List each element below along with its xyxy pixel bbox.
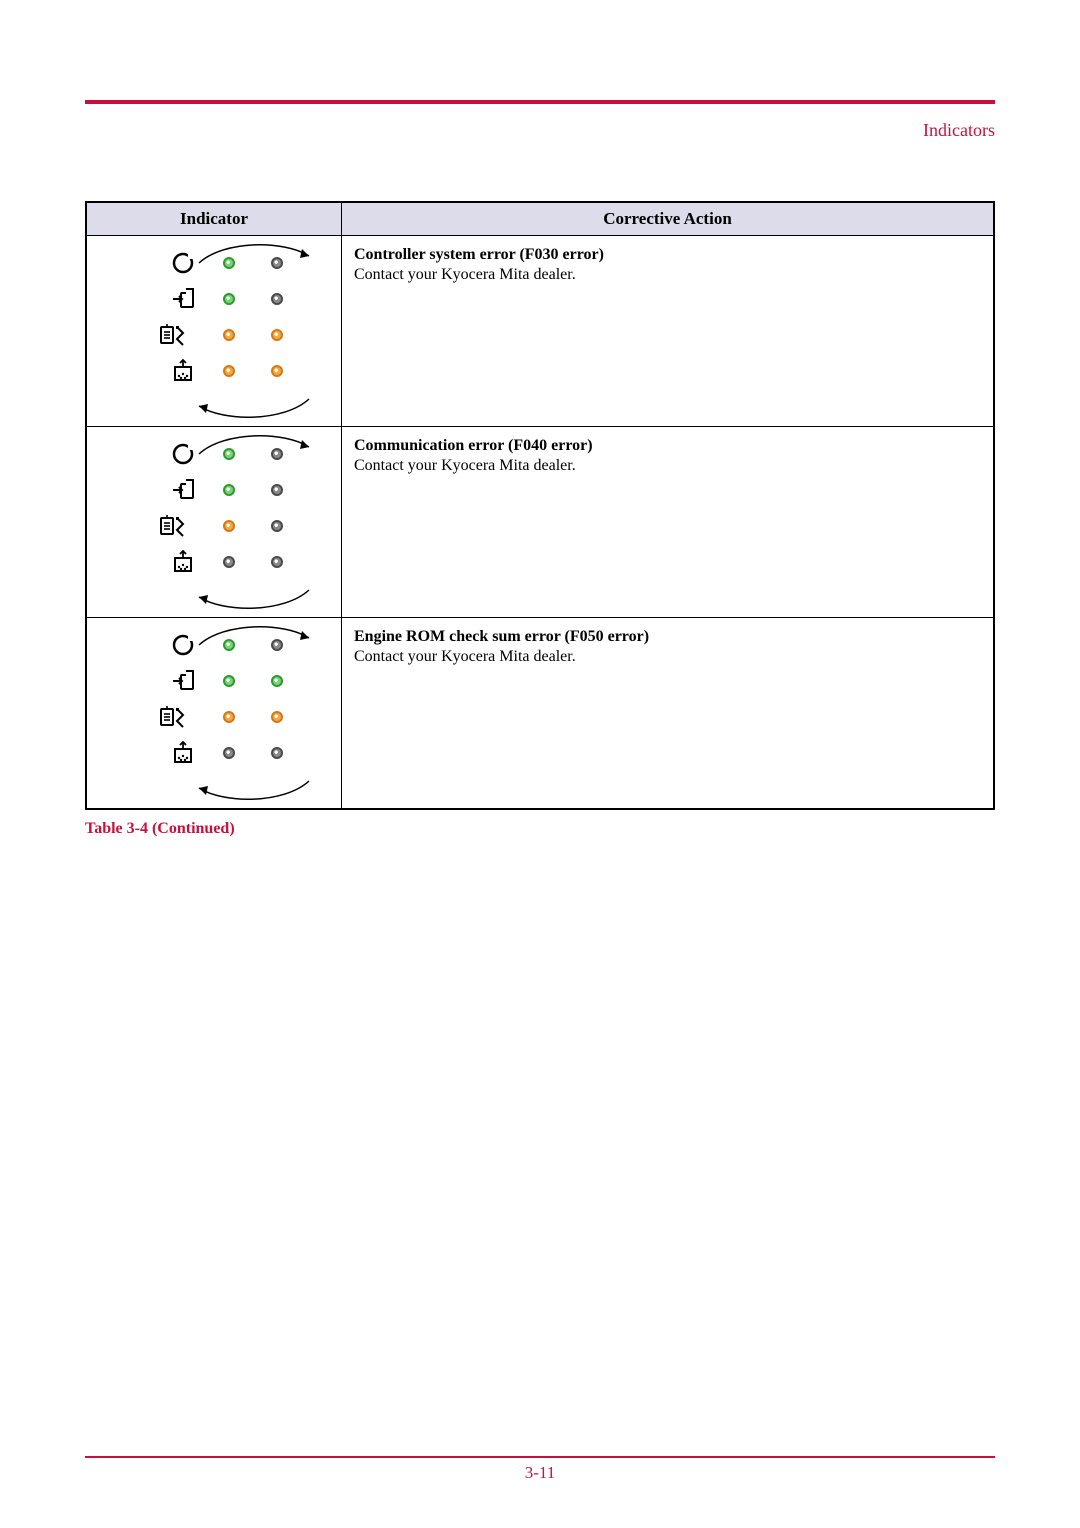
page: Indicators Indicator Corrective Action C… (0, 0, 1080, 1528)
paper-jam-icon (136, 320, 196, 350)
indicator-led (271, 484, 283, 496)
indicator-panel (99, 628, 329, 770)
top-rule (85, 100, 995, 104)
indicator-led (271, 556, 283, 568)
indicator-led (271, 365, 283, 377)
table-row: Communication error (F040 error) Contact … (86, 427, 994, 618)
indicator-led (271, 711, 283, 723)
indicator-cell (86, 618, 342, 810)
ready-icon (136, 248, 196, 278)
indicator-led (223, 639, 235, 651)
indicator-led (223, 520, 235, 532)
ready-icon (136, 439, 196, 469)
indicator-led (223, 257, 235, 269)
indicator-led (271, 448, 283, 460)
data-icon (136, 475, 196, 505)
error-title: Engine ROM check sum error (F050 error) (354, 628, 981, 646)
paper-jam-icon (136, 702, 196, 732)
indicator-led (223, 365, 235, 377)
toner-icon (136, 547, 196, 577)
col-header-action: Corrective Action (342, 202, 995, 236)
indicator-table: Indicator Corrective Action Controller s… (85, 201, 995, 810)
corrective-action-cell: Communication error (F040 error) Contact … (342, 427, 995, 618)
indicator-panel (99, 437, 329, 579)
corrective-action-cell: Engine ROM check sum error (F050 error) C… (342, 618, 995, 810)
toner-icon (136, 738, 196, 768)
paper-jam-icon (136, 511, 196, 541)
section-title: Indicators (85, 120, 995, 141)
indicator-led (271, 257, 283, 269)
error-title: Communication error (F040 error) (354, 437, 981, 455)
indicator-led (223, 747, 235, 759)
indicator-led (271, 520, 283, 532)
indicator-led (223, 675, 235, 687)
error-desc: Contact your Kyocera Mita dealer. (354, 648, 981, 666)
ready-icon (136, 630, 196, 660)
data-icon (136, 666, 196, 696)
data-icon (136, 284, 196, 314)
corrective-action-cell: Controller system error (F030 error) Cont… (342, 236, 995, 427)
error-desc: Contact your Kyocera Mita dealer. (354, 266, 981, 284)
bottom-rule (85, 1456, 995, 1458)
col-header-indicator: Indicator (86, 202, 342, 236)
indicator-led (223, 484, 235, 496)
table-caption: Table 3-4 (Continued) (85, 820, 995, 838)
toner-icon (136, 356, 196, 386)
indicator-led (223, 293, 235, 305)
indicator-cell (86, 427, 342, 618)
cycle-arrow-bottom-icon (194, 394, 314, 424)
indicator-panel (99, 246, 329, 388)
cycle-arrow-bottom-icon (194, 585, 314, 615)
indicator-led (223, 711, 235, 723)
page-number: 3-11 (0, 1463, 1080, 1483)
indicator-led (271, 675, 283, 687)
error-title: Controller system error (F030 error) (354, 246, 981, 264)
indicator-led (223, 329, 235, 341)
indicator-led (271, 747, 283, 759)
indicator-led (223, 448, 235, 460)
indicator-led (271, 639, 283, 651)
indicator-cell (86, 236, 342, 427)
indicator-led (223, 556, 235, 568)
cycle-arrow-bottom-icon (194, 776, 314, 806)
table-row: Controller system error (F030 error) Cont… (86, 236, 994, 427)
indicator-led (271, 329, 283, 341)
table-row: Engine ROM check sum error (F050 error) C… (86, 618, 994, 810)
indicator-led (271, 293, 283, 305)
error-desc: Contact your Kyocera Mita dealer. (354, 457, 981, 475)
